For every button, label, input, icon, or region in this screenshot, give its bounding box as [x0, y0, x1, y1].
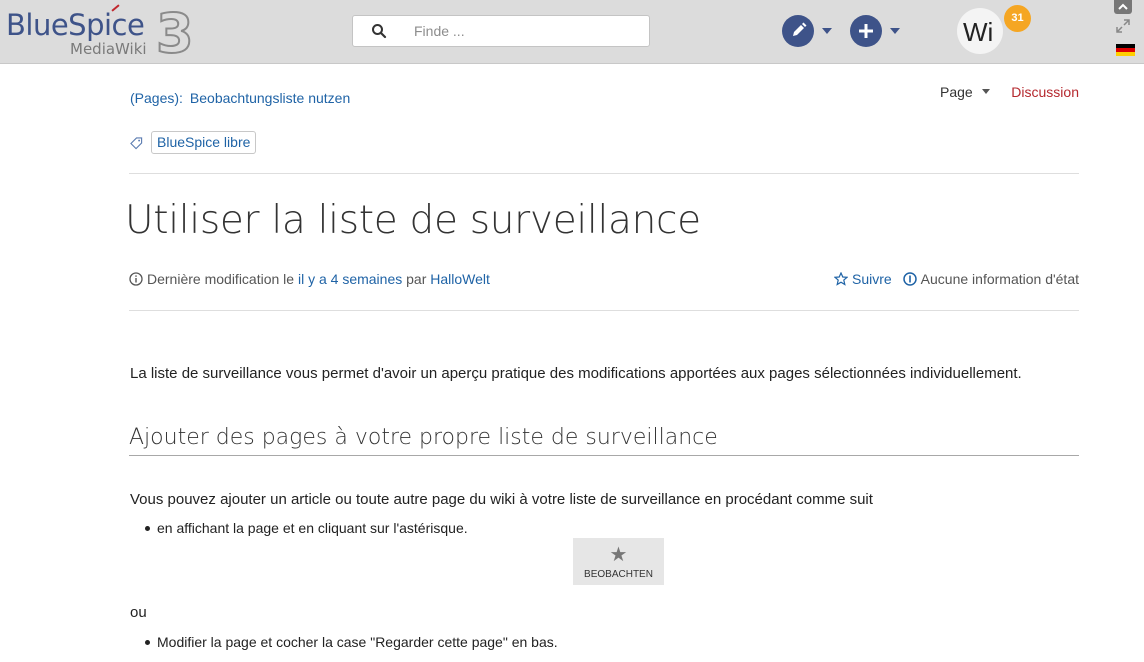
- tab-discussion[interactable]: Discussion: [1011, 84, 1079, 100]
- tab-page-label: Page: [940, 84, 973, 100]
- logo-subtext: MediaWiki: [70, 40, 147, 58]
- plus-icon: [859, 24, 873, 38]
- watch-button-image: ★ BEOBACHTEN: [573, 538, 664, 585]
- bullet-dot: [145, 526, 150, 531]
- star-icon: ★: [609, 544, 628, 566]
- breadcrumb: (Pages): Beobachtungsliste nutzen: [130, 90, 350, 106]
- chevron-down-icon: [981, 89, 990, 94]
- state-info-icon: [902, 272, 917, 286]
- state-info[interactable]: Aucune information d'état: [902, 271, 1079, 287]
- avatar-initials: Wi: [963, 17, 994, 47]
- german-flag-icon[interactable]: [1116, 44, 1135, 56]
- bluespice-logo[interactable]: BlueSpice MediaWiki 3: [6, 1, 196, 66]
- follow-label: Suivre: [851, 271, 892, 287]
- breadcrumb-namespace-link[interactable]: (Pages):: [130, 90, 183, 106]
- logo-version: 3: [155, 1, 195, 66]
- state-label: Aucune information d'état: [920, 271, 1079, 287]
- top-bar: BlueSpice MediaWiki 3 Finde ... Wi 31: [0, 0, 1144, 66]
- search-icon: [372, 24, 387, 39]
- breadcrumb-page-link[interactable]: Beobachtungsliste nutzen: [190, 90, 350, 106]
- meta-prefix: Dernière modification le: [147, 271, 298, 287]
- tag-icon: [130, 137, 143, 150]
- section-paragraph: Vous pouvez ajouter un article ou toute …: [130, 491, 873, 508]
- bullet-dot: [145, 640, 150, 645]
- modified-time-link[interactable]: il y a 4 semaines: [298, 271, 402, 287]
- user-avatar[interactable]: Wi: [957, 8, 1003, 54]
- edit-menu-chevron-down-icon[interactable]: [822, 28, 832, 34]
- list-item: en affichant la page et en cliquant sur …: [145, 520, 468, 536]
- divider: [129, 310, 1079, 311]
- edit-button[interactable]: [782, 15, 814, 47]
- info-icon: [129, 272, 143, 286]
- divider: [129, 173, 1079, 174]
- list-item: Modifier la page et cocher la case "Rega…: [145, 634, 558, 650]
- category-tag[interactable]: BlueSpice libre: [151, 131, 257, 154]
- watch-button-label: BEOBACHTEN: [584, 569, 653, 580]
- new-page-button[interactable]: [850, 15, 882, 47]
- page-title: Utiliser la liste de surveillance: [125, 198, 701, 243]
- intro-paragraph: La liste de surveillance vous permet d'a…: [130, 365, 1022, 382]
- search-box[interactable]: Finde ...: [352, 15, 650, 47]
- pencil-icon: [793, 22, 807, 36]
- chevron-up-icon: [1118, 3, 1128, 10]
- logo-text: BlueSpice: [6, 8, 145, 42]
- search-input[interactable]: Finde ...: [414, 23, 465, 39]
- meta-by: par: [402, 271, 431, 287]
- list-item-text: Modifier la page et cocher la case "Rega…: [157, 634, 558, 650]
- or-text: ou: [130, 604, 147, 621]
- list-item-text: en affichant la page et en cliquant sur …: [157, 520, 468, 536]
- star-outline-icon: [833, 272, 848, 286]
- author-link[interactable]: HalloWelt: [430, 271, 490, 287]
- fullscreen-expand-icon[interactable]: [1115, 18, 1131, 34]
- section-heading: Ajouter des pages à votre propre liste d…: [129, 425, 718, 450]
- last-modified-info: Dernière modification le il y a 4 semain…: [129, 271, 490, 287]
- collapse-button[interactable]: [1114, 0, 1132, 14]
- follow-button[interactable]: Suivre: [833, 271, 892, 287]
- heading-underline: [129, 455, 1079, 456]
- tab-page[interactable]: Page: [940, 84, 990, 100]
- notification-badge[interactable]: 31: [1004, 5, 1031, 32]
- new-menu-chevron-down-icon[interactable]: [890, 28, 900, 34]
